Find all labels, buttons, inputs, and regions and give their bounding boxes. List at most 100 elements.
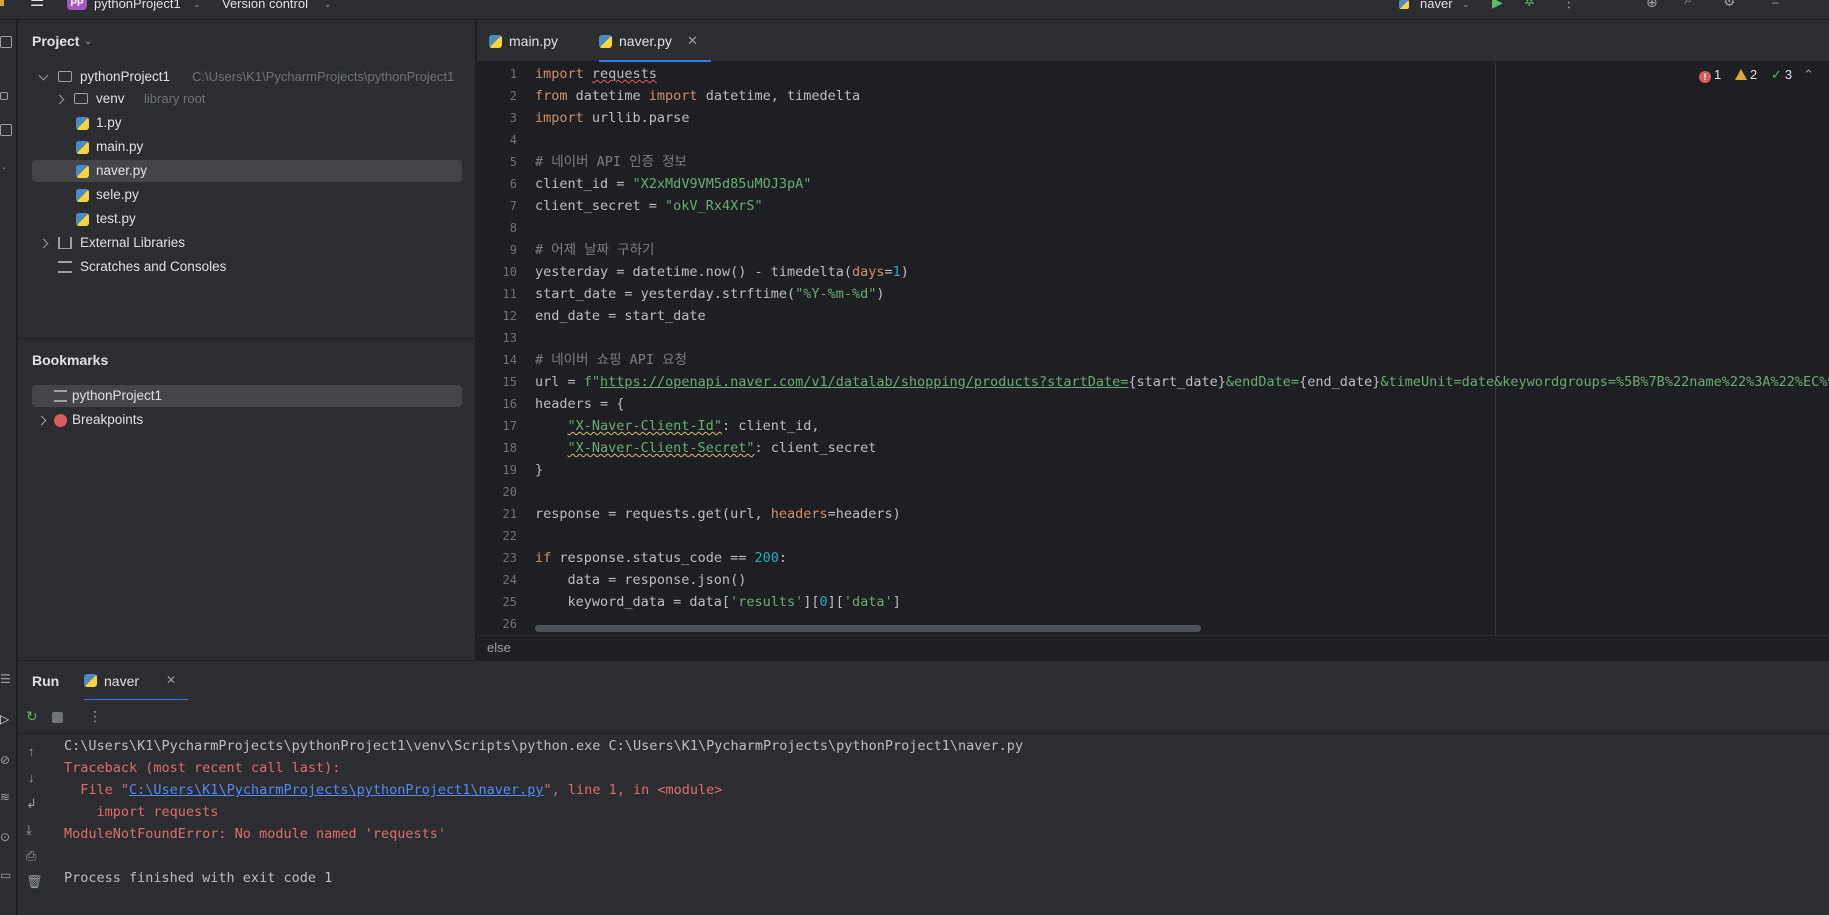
bookmarks-tool-icon[interactable] xyxy=(0,124,12,136)
line-number[interactable]: 7 xyxy=(477,195,529,217)
chevron-up-icon[interactable]: ⌃ xyxy=(1803,67,1814,83)
problems-tool-icon[interactable]: ⊙ xyxy=(0,830,10,844)
line-number[interactable]: 11 xyxy=(477,283,529,305)
project-selector[interactable]: pythonProject1 xyxy=(94,0,181,12)
trash-icon[interactable]: 🗑 xyxy=(26,874,43,890)
project-path: C:\Users\K1\PycharmProjects\pythonProjec… xyxy=(192,69,455,84)
python-file-icon xyxy=(76,213,89,226)
arrow-down-icon[interactable]: ↓ xyxy=(28,770,35,785)
editor-tab-bar: main.py naver.py ✕ xyxy=(477,20,1829,62)
line-number[interactable]: 19 xyxy=(477,459,529,481)
scroll-to-end-icon[interactable]: ⤓ xyxy=(26,822,32,838)
bookmark-item-breakpoints[interactable]: Breakpoints xyxy=(32,409,462,431)
run-side-toolbar: ↑ ↓ ↲ ⤓ ⎙ 🗑 xyxy=(18,734,52,915)
code-line: response = requests.get(url, headers=hea… xyxy=(535,506,901,522)
line-number[interactable]: 8 xyxy=(477,217,529,239)
horizontal-scrollbar[interactable] xyxy=(535,625,1201,632)
close-icon[interactable]: ✕ xyxy=(166,673,176,687)
run-icon[interactable]: ▶ xyxy=(1492,0,1503,10)
file-link[interactable]: C:\Users\K1\PycharmProjects\pythonProjec… xyxy=(129,782,544,798)
console-line: Process finished with exit code 1 xyxy=(64,870,333,886)
python-icon xyxy=(1399,0,1409,9)
line-number[interactable]: 24 xyxy=(477,569,529,591)
project-panel-title[interactable]: Project xyxy=(32,33,79,49)
tree-item-file-selected[interactable]: naver.py xyxy=(32,160,462,182)
terminal-tool-icon[interactable]: ▭ xyxy=(0,868,11,882)
tree-item-file[interactable]: test.py xyxy=(36,208,476,230)
inspection-widget[interactable]: ! 1 2 ✓ 3 ⌃ xyxy=(1699,67,1819,87)
line-number[interactable]: 15 xyxy=(477,371,529,393)
close-icon[interactable]: ✕ xyxy=(687,20,698,62)
line-number[interactable]: 9 xyxy=(477,239,529,261)
line-number[interactable]: 16 xyxy=(477,393,529,415)
add-user-icon[interactable]: ⊕ xyxy=(1646,0,1658,10)
chevron-down-icon[interactable] xyxy=(38,70,49,81)
line-number[interactable]: 17 xyxy=(477,415,529,437)
structure-tool-icon[interactable] xyxy=(0,92,8,100)
tree-item-file[interactable]: sele.py xyxy=(36,184,476,206)
chevron-down-icon: ⌄ xyxy=(1462,0,1470,9)
python-packages-icon[interactable]: ⊘ xyxy=(0,753,10,767)
code-editor[interactable]: 1 2 3 4 5 6 7 8 9 10 11 12 13 14 15 16 17 18 19 20 21 22 23 24 2… xyxy=(477,63,1829,635)
line-number[interactable]: 14 xyxy=(477,349,529,371)
line-number[interactable]: 22 xyxy=(477,525,529,547)
code-line: from datetime import datetime, timedelta xyxy=(535,88,861,104)
tree-item-file[interactable]: 1.py xyxy=(36,112,476,134)
tab-main-py[interactable]: main.py xyxy=(489,20,579,62)
python-file-icon xyxy=(76,141,89,154)
line-number[interactable]: 21 xyxy=(477,503,529,525)
run-tool-icon[interactable]: ▷ xyxy=(0,712,9,726)
line-number[interactable]: 23 xyxy=(477,547,529,569)
line-number[interactable]: 20 xyxy=(477,481,529,503)
tree-item-file[interactable]: main.py xyxy=(36,136,476,158)
gear-icon[interactable]: ⚙ xyxy=(1723,0,1736,9)
more-icon[interactable]: ⋮ xyxy=(1562,0,1576,10)
line-number[interactable]: 6 xyxy=(477,173,529,195)
services-tool-icon[interactable]: ☰ xyxy=(0,672,11,686)
vcs-menu[interactable]: Version control xyxy=(222,0,308,12)
arrow-up-icon[interactable]: ↑ xyxy=(28,744,35,759)
chevron-right-icon[interactable] xyxy=(38,238,49,249)
run-config-selector[interactable]: naver xyxy=(1420,0,1453,12)
more-tools-icon[interactable]: · xyxy=(2,160,6,175)
chevron-right-icon[interactable] xyxy=(54,94,65,105)
tree-item-project-root[interactable]: pythonProject1 C:\Users\K1\PycharmProjec… xyxy=(36,66,476,88)
layers-tool-icon[interactable]: ≋ xyxy=(0,790,10,804)
more-icon[interactable]: ⋮ xyxy=(88,708,102,725)
console-output[interactable]: C:\Users\K1\PycharmProjects\pythonProjec… xyxy=(52,734,1829,915)
minimize-icon[interactable]: – xyxy=(1772,0,1779,10)
stop-icon[interactable] xyxy=(52,712,63,723)
main-menu-icon[interactable]: ☰ xyxy=(30,0,44,10)
tab-naver-py[interactable]: naver.py ✕ xyxy=(599,20,711,62)
line-number[interactable]: 25 xyxy=(477,591,529,613)
line-number[interactable]: 4 xyxy=(477,129,529,151)
debug-icon[interactable]: ✲ xyxy=(1524,0,1535,10)
tree-item-scratches[interactable]: Scratches and Consoles xyxy=(36,256,476,278)
line-number[interactable]: 5 xyxy=(477,151,529,173)
breadcrumb: else xyxy=(477,635,1829,660)
line-number[interactable]: 12 xyxy=(477,305,529,327)
chevron-right-icon[interactable] xyxy=(36,415,47,426)
print-icon[interactable]: ⎙ xyxy=(26,848,36,864)
line-number[interactable]: 1 xyxy=(477,63,529,85)
bookmark-list-icon xyxy=(54,390,67,402)
line-number[interactable]: 2 xyxy=(477,85,529,107)
folder-icon xyxy=(58,71,72,82)
bookmarks-panel: Bookmarks pythonProject1 Breakpoints xyxy=(18,339,476,660)
tree-item-venv[interactable]: venv library root xyxy=(36,88,476,110)
tree-item-label: test.py xyxy=(96,211,136,226)
line-number[interactable]: 18 xyxy=(477,437,529,459)
soft-wrap-icon[interactable]: ↲ xyxy=(26,796,37,812)
breadcrumb-item[interactable]: else xyxy=(487,640,511,655)
bookmark-item[interactable]: pythonProject1 xyxy=(32,385,462,407)
tree-item-external-libraries[interactable]: External Libraries xyxy=(36,232,476,254)
line-number[interactable]: 3 xyxy=(477,107,529,129)
chevron-down-icon: ⌄ xyxy=(193,0,201,9)
line-number[interactable]: 26 xyxy=(477,613,529,635)
line-number[interactable]: 10 xyxy=(477,261,529,283)
line-number[interactable]: 13 xyxy=(477,327,529,349)
search-icon[interactable]: ⌕ xyxy=(1684,0,1692,8)
rerun-icon[interactable]: ↻ xyxy=(26,708,38,725)
project-tool-icon[interactable] xyxy=(0,36,12,48)
run-tab-naver[interactable]: naver ✕ xyxy=(84,661,188,701)
